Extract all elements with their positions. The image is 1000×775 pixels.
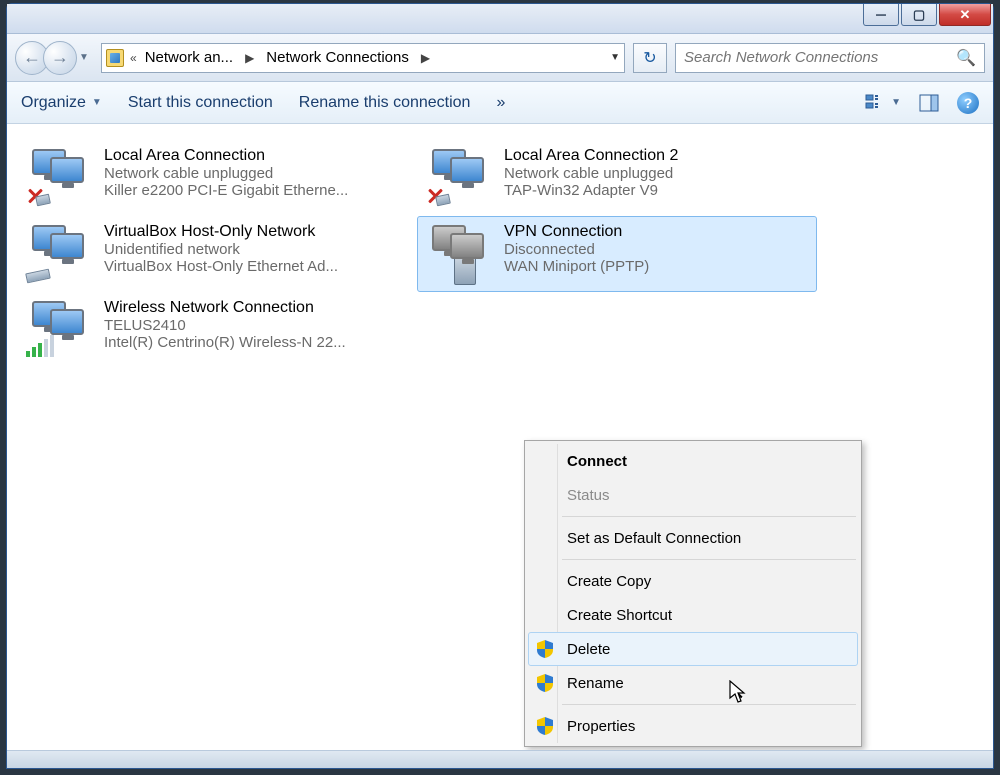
search-input[interactable] (684, 49, 952, 66)
command-bar: Organize ▼ Start this connection Rename … (7, 82, 993, 124)
breadcrumb-page[interactable]: Network Connections (264, 49, 411, 66)
wireless-adapter-icon (24, 297, 94, 359)
connection-device: WAN Miniport (PPTP) (504, 258, 810, 275)
minimize-icon: － (874, 5, 887, 24)
titlebar: － ▢ ✕ (7, 4, 993, 34)
connection-item[interactable]: Local Area Connection 2 Network cable un… (417, 140, 817, 216)
view-options[interactable]: ▼ (865, 94, 901, 112)
connection-item[interactable]: Local Area Connection Network cable unpl… (17, 140, 417, 216)
connection-status: Network cable unplugged (504, 165, 810, 182)
plug-icon (25, 269, 51, 284)
shield-icon (537, 717, 553, 735)
connection-title: VirtualBox Host-Only Network (104, 223, 410, 241)
minimize-button[interactable]: － (863, 4, 899, 26)
maximize-button[interactable]: ▢ (901, 4, 937, 26)
connection-device: VirtualBox Host-Only Ethernet Ad... (104, 258, 410, 275)
arrow-left-icon: ← (23, 47, 41, 68)
help-icon: ? (964, 95, 973, 111)
close-button[interactable]: ✕ (939, 4, 991, 26)
error-icon (426, 187, 434, 205)
connection-status: Network cable unplugged (104, 165, 410, 182)
menu-rename[interactable]: Rename (528, 666, 858, 700)
menu-connect[interactable]: Connect (528, 444, 858, 478)
help-button[interactable]: ? (957, 92, 979, 114)
connection-device: Intel(R) Centrino(R) Wireless-N 22... (104, 334, 410, 351)
rename-connection-label: Rename this connection (299, 94, 471, 112)
location-icon (106, 49, 124, 67)
organize-label: Organize (21, 94, 86, 112)
nav-back-forward: ← → ▼ (15, 38, 93, 78)
shield-icon (537, 674, 553, 692)
menu-status: Status (528, 478, 858, 512)
preview-pane-icon (919, 94, 939, 112)
chevron-down-icon: ▼ (92, 97, 102, 108)
organize-menu[interactable]: Organize ▼ (21, 94, 102, 112)
connection-item[interactable]: Wireless Network Connection TELUS2410 In… (17, 292, 417, 368)
explorer-window: － ▢ ✕ ← → ▼ « Network an... ▶ Network Co… (6, 3, 994, 769)
vpn-adapter-icon (424, 221, 494, 283)
breadcrumb-root[interactable]: Network an... (143, 49, 235, 66)
nav-history-dropdown[interactable]: ▼ (79, 52, 93, 63)
search-icon[interactable]: 🔍 (956, 48, 976, 68)
connections-list: Local Area Connection Network cable unpl… (7, 124, 993, 750)
maximize-icon: ▢ (913, 7, 925, 23)
network-adapter-icon (24, 145, 94, 207)
error-icon (26, 187, 34, 205)
connection-title: Wireless Network Connection (104, 299, 410, 317)
chevron-right-icon[interactable]: ▶ (417, 51, 434, 65)
connection-title: Local Area Connection (104, 147, 410, 165)
menu-separator (562, 704, 856, 705)
refresh-icon: ↻ (643, 48, 656, 68)
menu-properties[interactable]: Properties (528, 709, 858, 743)
connection-title: VPN Connection (504, 223, 810, 241)
breadcrumb-overflow-icon[interactable]: « (130, 51, 137, 65)
arrow-right-icon: → (51, 47, 69, 68)
menu-create-shortcut[interactable]: Create Shortcut (528, 598, 858, 632)
preview-pane-button[interactable] (919, 94, 939, 112)
overflow-icon: » (496, 94, 505, 112)
connection-device: TAP-Win32 Adapter V9 (504, 182, 810, 199)
start-connection-label: Start this connection (128, 94, 273, 112)
connection-item-selected[interactable]: VPN Connection Disconnected WAN Miniport… (417, 216, 817, 292)
navigation-row: ← → ▼ « Network an... ▶ Network Connecti… (7, 34, 993, 82)
network-adapter-icon (24, 221, 94, 283)
connection-item[interactable]: VirtualBox Host-Only Network Unidentifie… (17, 216, 417, 292)
context-menu: Connect Status Set as Default Connection… (524, 440, 862, 747)
plug-icon (35, 194, 51, 207)
plug-icon (435, 194, 451, 207)
view-icon (865, 94, 885, 112)
network-adapter-icon (424, 145, 494, 207)
menu-separator (562, 559, 856, 560)
shield-icon (537, 640, 553, 658)
connection-status: Disconnected (504, 241, 810, 258)
chevron-right-icon[interactable]: ▶ (241, 51, 258, 65)
connection-status: TELUS2410 (104, 317, 410, 334)
close-icon: ✕ (960, 7, 971, 23)
connection-device: Killer e2200 PCI-E Gigabit Etherne... (104, 182, 410, 199)
search-box[interactable]: 🔍 (675, 43, 985, 73)
menu-delete[interactable]: Delete (528, 632, 858, 666)
connection-title: Local Area Connection 2 (504, 147, 810, 165)
start-connection-button[interactable]: Start this connection (128, 94, 273, 112)
menu-set-default[interactable]: Set as Default Connection (528, 521, 858, 555)
address-dropdown[interactable]: ▼ (610, 52, 620, 63)
menu-separator (562, 516, 856, 517)
address-bar[interactable]: « Network an... ▶ Network Connections ▶ … (101, 43, 625, 73)
rename-connection-button[interactable]: Rename this connection (299, 94, 471, 112)
forward-button[interactable]: → (43, 41, 77, 75)
chevron-down-icon: ▼ (891, 97, 901, 108)
toolbar-overflow[interactable]: » (496, 94, 505, 112)
window-footer (7, 750, 993, 768)
menu-create-copy[interactable]: Create Copy (528, 564, 858, 598)
connection-status: Unidentified network (104, 241, 410, 258)
refresh-button[interactable]: ↻ (633, 43, 667, 73)
signal-bars-icon (26, 337, 54, 357)
